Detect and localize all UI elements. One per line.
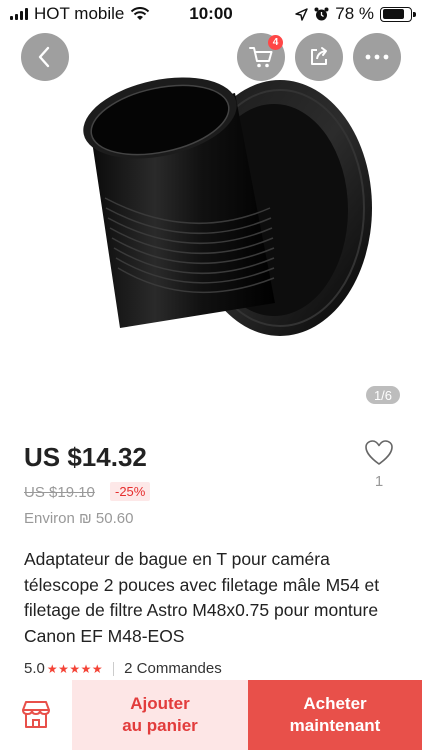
original-price: US $19.10 bbox=[24, 484, 95, 501]
share-icon bbox=[311, 47, 327, 65]
share-button[interactable] bbox=[295, 33, 343, 81]
approx-price: Environ ₪ 50.60 bbox=[24, 510, 134, 527]
cart-icon bbox=[249, 47, 273, 68]
back-button[interactable] bbox=[21, 33, 69, 81]
wishlist-button[interactable]: 1 bbox=[364, 439, 394, 490]
cart-button[interactable]: 4 bbox=[237, 33, 285, 81]
buy-now-button[interactable]: Acheter maintenant bbox=[248, 680, 422, 750]
bottom-action-bar: Ajouter au panier Acheter maintenant bbox=[0, 680, 422, 750]
divider bbox=[113, 661, 115, 676]
more-button[interactable] bbox=[353, 33, 401, 81]
battery-percent: 78 % bbox=[335, 4, 374, 23]
cart-badge: 4 bbox=[268, 35, 283, 50]
more-icon bbox=[365, 54, 389, 60]
product-photo bbox=[83, 77, 372, 336]
status-bar: HOT mobile 10:00 78 % bbox=[0, 0, 422, 28]
back-icon bbox=[38, 46, 50, 68]
add-to-cart-button[interactable]: Ajouter au panier bbox=[72, 680, 248, 750]
rating-row[interactable]: 5.0 ★★★★★ 2 Commandes bbox=[24, 660, 222, 677]
price: US $14.32 bbox=[24, 442, 147, 472]
status-right: 78 % bbox=[295, 4, 416, 24]
store-icon bbox=[22, 701, 50, 728]
store-button[interactable] bbox=[0, 680, 72, 750]
buy-now-label-line1: Acheter bbox=[303, 694, 367, 713]
add-to-cart-label-line2: au panier bbox=[122, 716, 198, 735]
heart-icon bbox=[365, 440, 393, 465]
location-icon bbox=[295, 7, 308, 21]
discount-badge: -25% bbox=[110, 482, 151, 501]
product-title: Adaptateur de bague en T pour caméra tél… bbox=[24, 549, 380, 646]
battery-icon bbox=[380, 6, 416, 22]
alarm-icon bbox=[314, 7, 329, 20]
product-image-gallery[interactable]: 4 1/6 bbox=[0, 28, 422, 410]
orders-count: 2 Commandes bbox=[124, 660, 222, 677]
rating-stars: ★★★★★ bbox=[46, 661, 104, 676]
wishlist-count: 1 bbox=[374, 473, 384, 490]
add-to-cart-label-line1: Ajouter bbox=[130, 694, 190, 713]
rating-value: 5.0 bbox=[24, 660, 45, 677]
image-pager: 1/6 bbox=[366, 386, 400, 404]
buy-now-label-line2: maintenant bbox=[289, 716, 381, 735]
